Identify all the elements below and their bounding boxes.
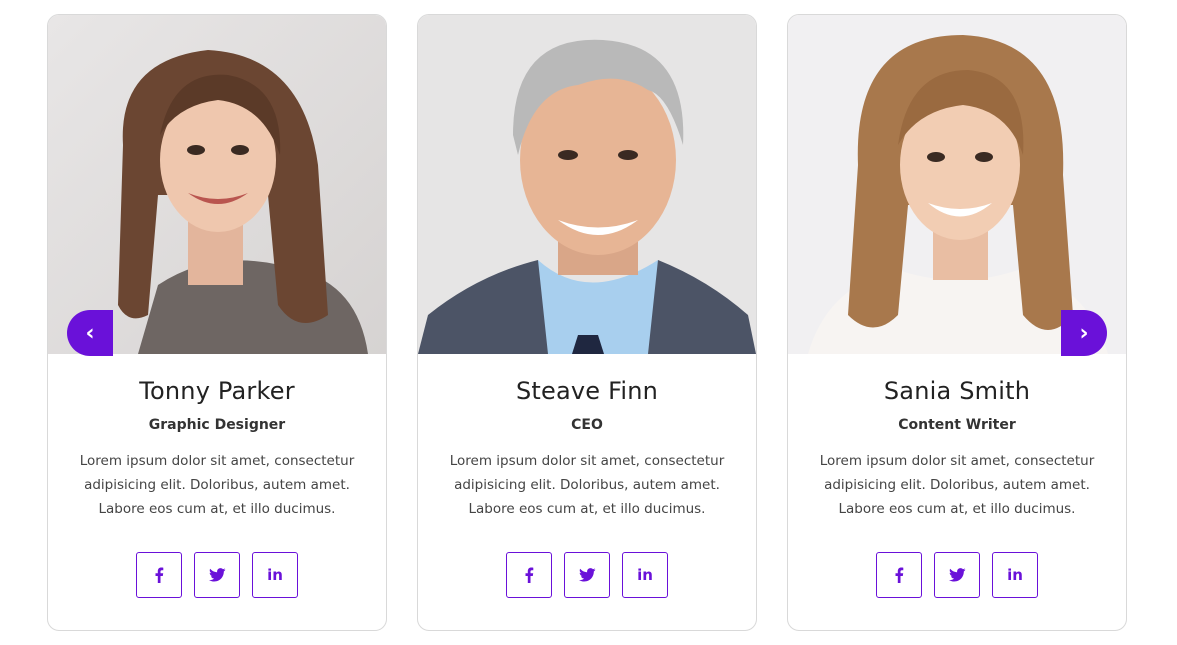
- social-links: in: [876, 552, 1038, 598]
- team-carousel: Tonny Parker Graphic Designer Lorem ipsu…: [0, 0, 1177, 645]
- facebook-icon: [895, 567, 904, 583]
- member-role: CEO: [571, 417, 603, 433]
- social-links: in: [506, 552, 668, 598]
- linkedin-button[interactable]: in: [992, 552, 1038, 598]
- member-bio: Lorem ipsum dolor sit amet, consectetur …: [79, 453, 355, 517]
- twitter-button[interactable]: [564, 552, 610, 598]
- linkedin-icon: in: [267, 566, 283, 584]
- twitter-icon: [208, 568, 226, 582]
- linkedin-icon: in: [1007, 566, 1023, 584]
- facebook-button[interactable]: [876, 552, 922, 598]
- linkedin-button[interactable]: in: [622, 552, 668, 598]
- member-name: Sania Smith: [883, 377, 1031, 405]
- member-photo: [48, 15, 386, 354]
- twitter-button[interactable]: [194, 552, 240, 598]
- twitter-icon: [578, 568, 596, 582]
- member-photo: [418, 15, 756, 354]
- carousel-next-button[interactable]: ›: [1061, 310, 1107, 356]
- member-bio: Lorem ipsum dolor sit amet, consectetur …: [819, 453, 1095, 517]
- member-name: Tonny Parker: [139, 377, 295, 405]
- member-role: Graphic Designer: [148, 417, 286, 433]
- carousel-prev-button[interactable]: ‹: [67, 310, 113, 356]
- chevron-right-icon: ›: [1079, 320, 1089, 346]
- facebook-button[interactable]: [506, 552, 552, 598]
- facebook-icon: [155, 567, 164, 583]
- facebook-icon: [525, 567, 534, 583]
- social-links: in: [136, 552, 298, 598]
- chevron-left-icon: ‹: [85, 320, 95, 346]
- linkedin-button[interactable]: in: [252, 552, 298, 598]
- member-bio: Lorem ipsum dolor sit amet, consectetur …: [449, 453, 725, 517]
- facebook-button[interactable]: [136, 552, 182, 598]
- member-name: Steave Finn: [515, 377, 659, 405]
- twitter-button[interactable]: [934, 552, 980, 598]
- team-card: Steave Finn CEO Lorem ipsum dolor sit am…: [417, 14, 757, 631]
- twitter-icon: [948, 568, 966, 582]
- linkedin-icon: in: [637, 566, 653, 584]
- member-role: Content Writer: [898, 417, 1016, 433]
- member-photo: [788, 15, 1126, 354]
